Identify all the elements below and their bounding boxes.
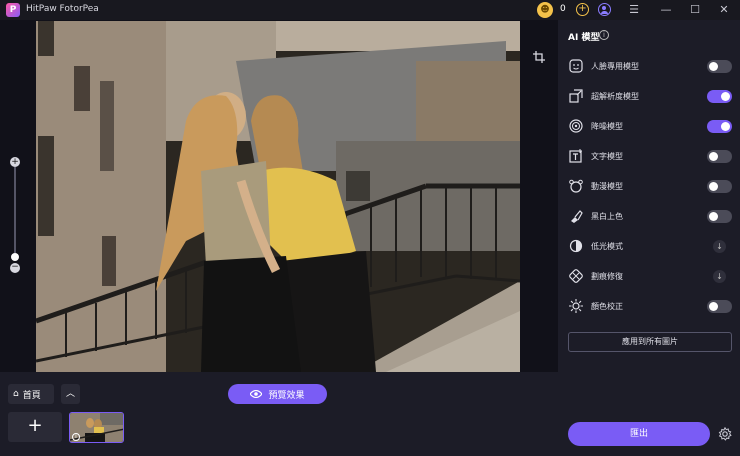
model-label-color-correct: 顏色校正 — [591, 301, 623, 311]
preview-label: 預覽效果 — [268, 390, 305, 401]
apply-to-all-button[interactable]: 應用到所有圖片 — [568, 332, 732, 352]
model-row-colorize: 黑白上色 — [568, 207, 732, 225]
model-row-upscale: 超解析度模型 — [568, 87, 732, 105]
anime-icon — [568, 178, 584, 194]
model-row-scratch: 劃痕修復 ↓ — [568, 267, 732, 285]
model-row-lowlight: 低光模式 ↓ — [568, 237, 732, 255]
zoom-slider-track[interactable] — [14, 167, 16, 253]
text-icon — [568, 148, 584, 164]
toggle-colorize-model[interactable] — [707, 209, 732, 223]
ai-model-panel: AI 模型 i 人臉專用模型 超解析度模型 降噪模型 文字模型 動漫模型 黑白上… — [558, 20, 740, 456]
info-icon[interactable]: i — [599, 30, 609, 40]
model-label-denoise: 降噪模型 — [591, 121, 623, 131]
zoom-slider-handle[interactable] — [11, 253, 19, 261]
model-row-anime: 動漫模型 — [568, 177, 732, 195]
crop-icon[interactable] — [533, 51, 545, 63]
add-image-button[interactable]: + — [8, 412, 62, 442]
scratch-icon — [568, 268, 584, 284]
toggle-upscale-model[interactable] — [707, 89, 732, 103]
collapse-button[interactable]: ︿ — [61, 384, 80, 404]
close-button[interactable]: ✕ — [716, 2, 732, 18]
coin-count: 0 — [560, 4, 566, 14]
colorize-icon — [568, 208, 584, 224]
app-title: HitPaw FotorPea — [26, 4, 99, 14]
home-label: 首頁 — [22, 390, 41, 401]
export-button[interactable]: 匯出 — [568, 422, 710, 446]
model-label-colorize: 黑白上色 — [591, 211, 623, 221]
gear-icon[interactable] — [718, 427, 732, 441]
home-button[interactable]: ⌂ 首頁 — [8, 384, 54, 404]
panel-title: AI 模型 — [568, 33, 600, 43]
maximize-button[interactable]: ☐ — [687, 2, 703, 18]
eye-icon — [250, 390, 263, 398]
toggle-face-model[interactable] — [707, 59, 732, 73]
app-logo-icon: P — [6, 3, 20, 17]
model-label-face: 人臉專用模型 — [591, 61, 639, 71]
chevron-up-icon: ︿ — [65, 389, 75, 399]
denoise-icon — [568, 118, 584, 134]
toggle-anime-model[interactable] — [707, 179, 732, 193]
preview-button[interactable]: 預覽效果 — [228, 384, 327, 404]
model-row-denoise: 降噪模型 — [568, 117, 732, 135]
model-label-anime: 動漫模型 — [591, 181, 623, 191]
bottom-bar: ⌂ 首頁 ︿ 預覽效果 + i — [0, 372, 558, 456]
home-icon: ⌂ — [13, 389, 19, 399]
lowlight-icon — [568, 238, 584, 254]
minimize-button[interactable]: — — [658, 2, 674, 18]
download-scratch-button[interactable]: ↓ — [713, 269, 726, 283]
model-row-color-correct: 顏色校正 — [568, 297, 732, 315]
model-label-scratch: 劃痕修復 — [591, 271, 623, 281]
download-lowlight-button[interactable]: ↓ — [713, 239, 726, 253]
canvas-area: + − — [0, 20, 558, 372]
add-coins-button[interactable]: + — [576, 3, 589, 16]
thumbnail-info-icon[interactable]: i — [72, 433, 80, 441]
zoom-out-button[interactable]: − — [10, 263, 20, 273]
toggle-color-correct-model[interactable] — [707, 299, 732, 313]
title-bar: P HitPaw FotorPea ☻ 0 + ☰ — ☐ ✕ — [0, 0, 740, 20]
upscale-icon — [568, 88, 584, 104]
zoom-in-button[interactable]: + — [10, 157, 20, 167]
menu-button[interactable]: ☰ — [626, 2, 642, 18]
toggle-text-model[interactable] — [707, 149, 732, 163]
model-label-upscale: 超解析度模型 — [591, 91, 639, 101]
preview-image — [36, 21, 520, 372]
model-row-text: 文字模型 — [568, 147, 732, 165]
model-label-text: 文字模型 — [591, 151, 623, 161]
model-label-lowlight: 低光模式 — [591, 241, 623, 251]
toggle-denoise-model[interactable] — [707, 119, 732, 133]
color-correct-icon — [568, 298, 584, 314]
coin-icon[interactable]: ☻ — [537, 2, 553, 18]
face-icon — [568, 58, 584, 74]
model-row-face: 人臉專用模型 — [568, 57, 732, 75]
user-account-icon[interactable] — [598, 3, 611, 16]
